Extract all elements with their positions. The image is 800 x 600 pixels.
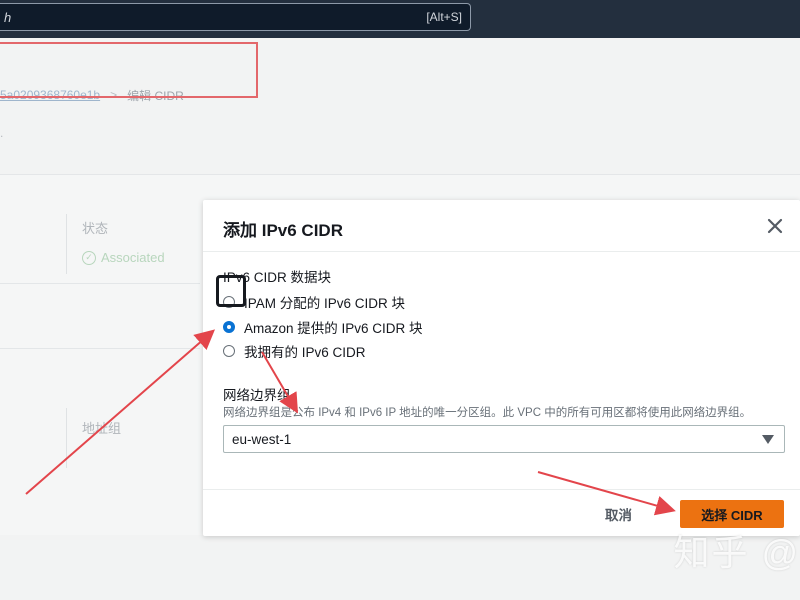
- radio-byoip-option[interactable]: 我拥有的 IPv6 CIDR: [223, 341, 366, 361]
- top-nav-bar: h [Alt+S]: [0, 0, 800, 38]
- address-label: 地址组: [82, 421, 122, 436]
- search-value: h: [4, 10, 12, 25]
- close-icon[interactable]: [766, 217, 784, 235]
- border-group-select[interactable]: eu-west-1: [223, 425, 785, 453]
- dialog-header: 添加 IPv6 CIDR: [203, 200, 800, 252]
- background-text: .: [0, 126, 4, 140]
- caret-down-icon: [762, 435, 774, 444]
- background-divider: [66, 214, 67, 274]
- dialog-title: 添加 IPv6 CIDR: [223, 221, 343, 240]
- focus-outline-annotation: [216, 275, 246, 307]
- status-label: 状态: [82, 221, 109, 236]
- background-divider: [0, 283, 200, 284]
- border-group-description: 网络边界组是公布 IPv4 和 IPv6 IP 地址的唯一分区组。此 VPC 中…: [223, 407, 752, 419]
- cancel-button[interactable]: 取消: [605, 504, 632, 524]
- radio-amazon-provided-option[interactable]: Amazon 提供的 IPv6 CIDR 块: [223, 317, 423, 337]
- radio-button[interactable]: [223, 345, 235, 357]
- background-divider: [66, 408, 67, 468]
- status-value: ✓ Associated: [82, 250, 165, 265]
- radio-ipam-option[interactable]: IPAM 分配的 IPv6 CIDR 块: [223, 292, 405, 312]
- radio-amazon-label: Amazon 提供的 IPv6 CIDR 块: [244, 321, 423, 336]
- watermark: 知乎 @: [673, 532, 800, 573]
- search-input[interactable]: h [Alt+S]: [0, 3, 471, 31]
- radio-button-selected[interactable]: [223, 321, 235, 333]
- add-ipv6-cidr-dialog: 添加 IPv6 CIDR IPv6 CIDR 数据块 IPAM 分配的 IPv6…: [203, 200, 800, 536]
- border-group-selected-value: eu-west-1: [232, 432, 292, 447]
- background-divider: [0, 348, 200, 349]
- breadcrumb-highlight-annotation: [0, 42, 258, 98]
- check-circle-icon: ✓: [82, 250, 96, 265]
- search-shortcut-hint: [Alt+S]: [426, 10, 462, 24]
- border-group-label: 网络边界组: [223, 388, 291, 403]
- radio-ipam-label: IPAM 分配的 IPv6 CIDR 块: [244, 296, 406, 311]
- radio-byoip-label: 我拥有的 IPv6 CIDR: [244, 345, 366, 360]
